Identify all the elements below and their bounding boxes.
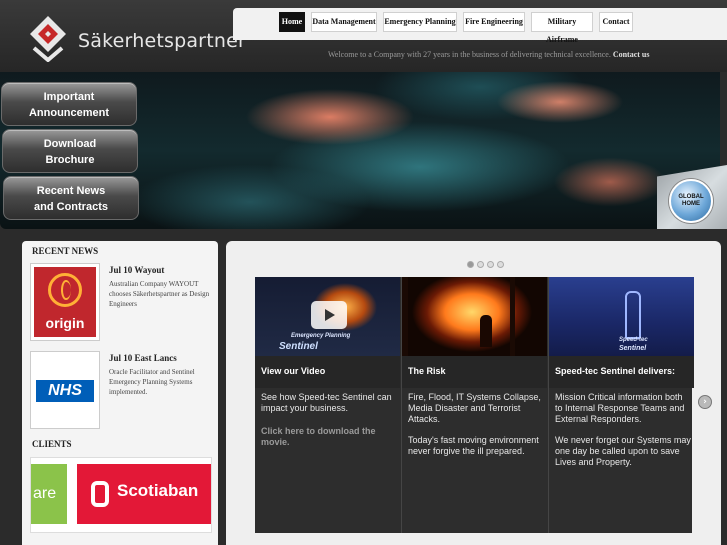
feature-paragraph: Today's fast moving environment never fo…	[408, 435, 539, 456]
nav-emergency-planning[interactable]: Emergency Planning	[383, 12, 457, 32]
slider-dot-1[interactable]	[467, 261, 474, 268]
client-logo-green[interactable]: are	[31, 464, 67, 524]
badge-label: GLOBAL HOME	[671, 194, 711, 208]
welcome-text: Welcome to a Company with 27 years in th…	[328, 50, 611, 59]
nav-contact[interactable]: Contact	[599, 12, 633, 32]
global-home-badge[interactable]: GLOBAL HOME	[657, 165, 727, 229]
main-nav: Home Data Management Emergency Planning …	[233, 8, 727, 44]
origin-logo: origin	[34, 267, 96, 337]
globe-icon: GLOBAL HOME	[669, 179, 713, 223]
slider-dot-4[interactable]	[497, 261, 504, 268]
download-movie-link[interactable]: Click here to download the movie.	[261, 426, 397, 448]
scotiabank-s-icon	[91, 481, 109, 507]
feature-paragraph: We never forget our Systems may one day …	[555, 435, 691, 467]
hero-banner: Important Announcement Download Brochure…	[0, 72, 720, 229]
button-label-line1: Recent News	[36, 185, 106, 197]
window-frame	[510, 277, 515, 356]
download-brochure-button[interactable]: Download Brochure	[2, 129, 138, 173]
nav-data-management[interactable]: Data Management	[311, 12, 377, 32]
news-thumbnail[interactable]: origin	[30, 263, 100, 341]
fire-image	[402, 277, 547, 356]
feature-heading: Speed-tec Sentinel delivers:	[549, 356, 694, 388]
important-announcement-button[interactable]: Important Announcement	[1, 82, 137, 126]
sentinel-caption-small: Speed-tec	[619, 337, 648, 343]
slider-next-arrow-icon[interactable]: ›	[698, 395, 712, 409]
welcome-line: Welcome to a Company with 27 years in th…	[328, 50, 650, 59]
recent-news-heading: RECENT NEWS	[32, 246, 99, 256]
nav-home[interactable]: Home	[279, 12, 305, 32]
nav-military-airframe[interactable]: Military Airframe	[531, 12, 593, 44]
feature-heading: View our Video	[255, 356, 400, 388]
origin-logo-word: origin	[45, 315, 85, 331]
house-diamond-logo-icon[interactable]	[28, 14, 68, 62]
button-label-line2: Announcement	[28, 107, 110, 119]
news-text: Australian Company WAYOUT chooses Säkerh…	[109, 280, 210, 308]
feature-slider: Emergency Planning Sentinel View our Vid…	[255, 277, 694, 533]
nhs-logo-word: NHS	[36, 380, 94, 402]
recent-news-button[interactable]: Recent News and Contracts	[3, 176, 139, 220]
feature-risk: The Risk Fire, Flood, IT Systems Collaps…	[402, 277, 547, 533]
feature-video: Emergency Planning Sentinel View our Vid…	[255, 277, 400, 533]
news-title[interactable]: Jul 10 Wayout	[109, 265, 164, 275]
site-header: Säkerhetspartner Home Data Management Em…	[0, 0, 727, 72]
news-text: Oracle Facilitator and Sentinel Emergenc…	[109, 368, 195, 396]
slider-dot-3[interactable]	[487, 261, 494, 268]
news-thumbnail[interactable]: NHS	[30, 351, 100, 429]
feature-paragraph: Mission Critical information both to Int…	[555, 392, 685, 424]
feature-text: Mission Critical information both to Int…	[555, 392, 691, 468]
nhs-logo: NHS	[34, 355, 96, 425]
play-icon[interactable]	[311, 301, 347, 329]
feature-paragraph: Fire, Flood, IT Systems Collapse, Media …	[408, 392, 541, 424]
badge-line1: GLOBAL	[678, 194, 704, 200]
main-panel: Emergency Planning Sentinel View our Vid…	[226, 241, 721, 545]
badge-line2: HOME	[682, 201, 700, 207]
window-frame	[402, 277, 408, 356]
button-label-line1: Download	[43, 138, 97, 150]
video-caption-large: Sentinel	[279, 341, 318, 352]
news-item: origin Jul 10 Wayout Australian Company …	[30, 263, 216, 343]
news-item: NHS Jul 10 East Lancs Oracle Facilitator…	[30, 351, 216, 431]
sidebar: RECENT NEWS origin Jul 10 Wayout Austral…	[22, 241, 218, 545]
clients-heading: CLIENTS	[32, 439, 72, 449]
video-caption-small: Emergency Planning	[291, 333, 351, 339]
client-logo-word: Scotiaban	[117, 481, 199, 500]
sentinel-image: Speed-tec Sentinel	[549, 277, 694, 356]
feature-sentinel: Speed-tec Sentinel Speed-tec Sentinel de…	[549, 277, 694, 533]
sentinel-figure	[625, 291, 641, 339]
brand-name[interactable]: Säkerhetspartner	[78, 30, 246, 52]
button-label-line1: Important	[43, 91, 95, 103]
feature-text: Fire, Flood, IT Systems Collapse, Media …	[408, 392, 544, 457]
contact-us-link[interactable]: Contact us	[613, 50, 650, 59]
firefighter-silhouette	[480, 315, 492, 347]
slider-dot-2[interactable]	[477, 261, 484, 268]
feature-text: See how Speed-tec Sentinel can impact yo…	[261, 392, 397, 448]
button-label-line2: Brochure	[45, 154, 95, 166]
origin-ring-icon	[48, 273, 82, 307]
news-title[interactable]: Jul 10 East Lancs	[109, 353, 177, 363]
nav-fire-engineering[interactable]: Fire Engineering	[463, 12, 525, 32]
feature-paragraph: See how Speed-tec Sentinel can impact yo…	[261, 392, 392, 413]
video-thumbnail[interactable]: Emergency Planning Sentinel	[255, 277, 400, 356]
button-label-line2: and Contracts	[34, 201, 108, 213]
sentinel-caption-large: Sentinel	[619, 345, 647, 352]
client-logo-scotiabank[interactable]: Scotiaban	[77, 464, 211, 524]
clients-carousel: are Scotiaban	[30, 457, 212, 533]
feature-heading: The Risk	[402, 356, 547, 388]
